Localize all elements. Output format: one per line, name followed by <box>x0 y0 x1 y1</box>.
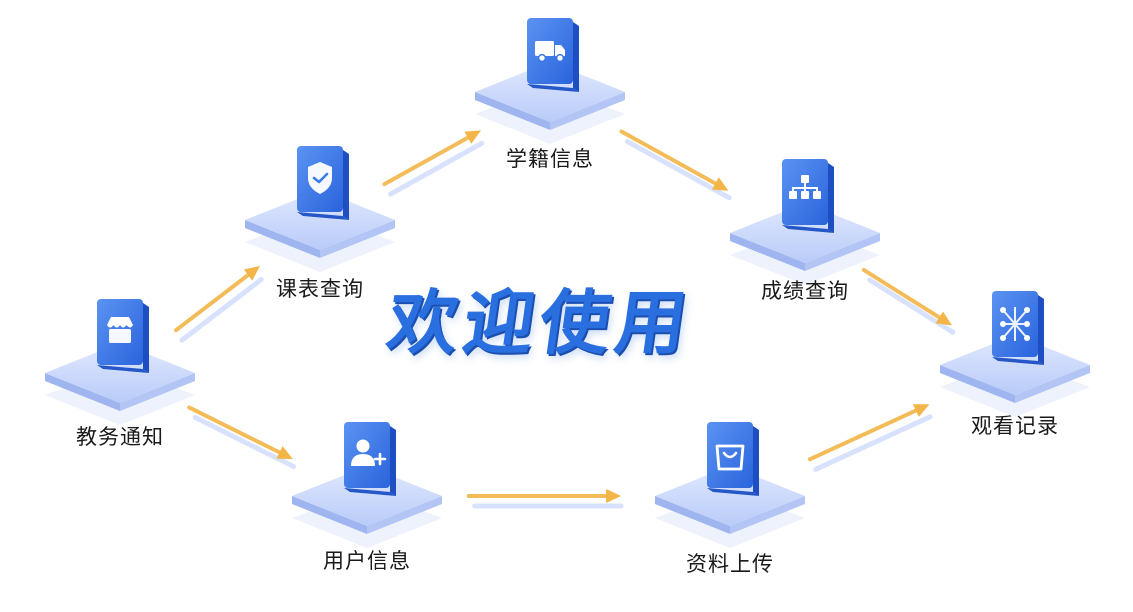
node-guankan[interactable]: 观看记录 <box>940 277 1090 438</box>
flow-arrow <box>187 405 297 469</box>
node-kebiao[interactable]: 课表查询 <box>245 132 395 301</box>
node-label: 教务通知 <box>76 425 164 449</box>
node-label: 课表查询 <box>276 277 364 301</box>
node-label: 用户信息 <box>323 549 411 573</box>
node-jiaowu[interactable]: 教务通知 <box>45 285 195 449</box>
network-nodes-icon <box>940 291 1090 417</box>
shield-check-icon <box>245 146 395 272</box>
org-chart-icon <box>730 159 880 285</box>
node-label: 资料上传 <box>686 552 774 576</box>
flow-arrow <box>466 489 624 509</box>
shopping-bag-icon <box>655 422 805 548</box>
welcome-headline: 欢迎使用 <box>382 282 698 364</box>
node-chengji[interactable]: 成绩查询 <box>730 145 880 303</box>
flow-arrow <box>807 404 933 472</box>
node-label: 观看记录 <box>971 414 1059 438</box>
flow-arrow <box>619 129 732 201</box>
node-label: 学籍信息 <box>506 147 594 171</box>
add-user-icon <box>292 422 442 548</box>
flow-diagram: 欢迎使用 教务通知 课表查询 学籍信息 成绩查询 观看记录 用户信息 资料上传 <box>0 0 1133 612</box>
node-ziliao[interactable]: 资料上传 <box>655 408 805 576</box>
flow-arrow <box>382 130 485 197</box>
node-label: 成绩查询 <box>761 279 849 303</box>
node-yonghu[interactable]: 用户信息 <box>292 408 442 573</box>
node-xueji[interactable]: 学籍信息 <box>475 4 625 171</box>
storefront-icon <box>45 299 195 425</box>
delivery-truck-icon <box>475 18 625 144</box>
